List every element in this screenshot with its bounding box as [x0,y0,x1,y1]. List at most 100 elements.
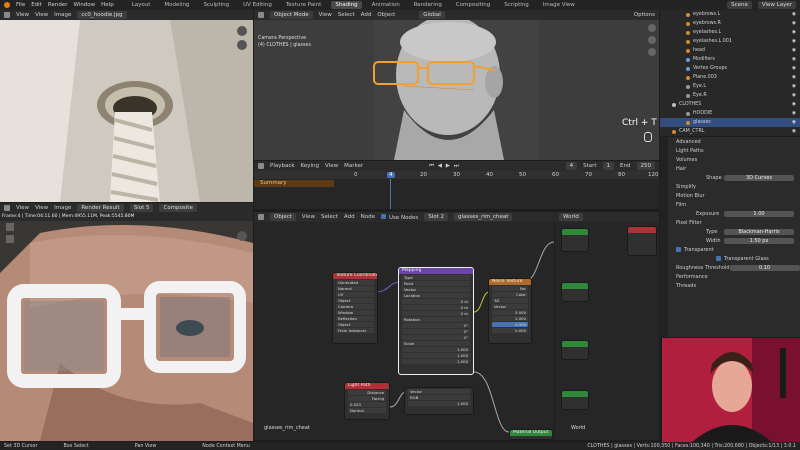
menu-playback[interactable]: Playback [270,163,295,169]
socket-reflection[interactable]: Reflection [336,316,374,321]
node-mapping[interactable]: Mapping Type Point Vector Location 0 m 0… [398,267,474,375]
menu-select[interactable]: Select [338,12,355,18]
outliner-item[interactable]: eyebrows.R ◉ [660,19,800,28]
current-frame-field[interactable]: 4 [565,162,578,170]
editor-type-icon[interactable] [4,205,10,211]
socket-uv[interactable]: UV [336,292,374,297]
visibility-eye-icon[interactable]: ◉ [792,57,796,62]
world-dropdown[interactable]: World [559,213,583,221]
roughness-field[interactable]: 0.10 [729,264,800,271]
visibility-eye-icon[interactable]: ◉ [792,93,796,98]
vector-socket[interactable]: Vector [402,287,470,292]
facing-socket[interactable]: Facing [348,396,386,401]
node-texture-coordinate[interactable]: Texture Coordinate Generated Normal UV O… [332,272,378,344]
world-node-1[interactable] [561,228,589,252]
transparent-checkbox[interactable] [676,247,681,252]
outliner-item[interactable]: Modifiers ◉ [660,55,800,64]
world-node-4[interactable] [561,340,589,360]
world-node-3[interactable] [561,282,589,302]
composite-selector[interactable]: Composite [159,204,197,212]
menu-marker[interactable]: Marker [344,163,363,169]
visibility-eye-icon[interactable]: ◉ [792,66,796,71]
visibility-eye-icon[interactable]: ◉ [792,84,796,89]
dimensions-dropdown[interactable]: 3D [492,298,528,303]
visibility-eye-icon[interactable]: ◉ [792,21,796,26]
section-performance[interactable]: Performance [670,272,800,281]
outliner-item[interactable]: HOODIE ◉ [660,109,800,118]
node-canvas-material[interactable]: Texture Coordinate Generated Normal UV O… [254,222,554,440]
node-material-output[interactable]: Material Output [509,429,553,440]
transparent-glass-row[interactable]: Transparent Glass [670,254,800,263]
menu-file[interactable]: File [16,2,25,8]
socket-window[interactable]: Window [336,310,374,315]
object-field[interactable]: Object [336,322,374,327]
filter-type-dropdown[interactable]: Blackman-Harris [724,228,794,235]
menu-view[interactable]: View [302,214,315,220]
properties-panel[interactable]: Advanced Light Paths Volumes Hair Shape 3… [660,137,800,337]
hand-pan-icon[interactable] [237,40,247,50]
world-node-canvas[interactable]: World [555,222,659,440]
world-node-2[interactable] [627,226,657,256]
tab-rendering[interactable]: Rendering [410,1,446,9]
editor-type-icon[interactable] [4,12,10,18]
pixel-filter-subpanel[interactable]: Pixel Filter [670,218,800,227]
section-threads[interactable]: Threads [670,281,800,290]
camera-view-icon[interactable] [648,48,656,56]
slot-dropdown[interactable]: Slot 2 [424,213,449,221]
hand-pan-icon[interactable] [237,231,247,241]
section-motion-blur[interactable]: Motion Blur [670,191,800,200]
properties-tabs[interactable] [660,137,668,337]
frame-ruler[interactable]: 0 4 20 30 40 50 60 70 80 120 [254,171,659,179]
tab-uv-editing[interactable]: UV Editing [239,1,276,9]
start-frame-field[interactable]: 1 [602,162,615,170]
zoom-icon[interactable] [648,24,656,32]
socket-object[interactable]: Object [336,298,374,303]
scale-field[interactable]: 5.000 [492,310,528,315]
visibility-eye-icon[interactable]: ◉ [792,39,796,44]
play-controls[interactable]: ⏮ ◀ ▶ ⏭ [429,163,460,170]
location-y[interactable]: 0 m [402,305,470,310]
node-noise-texture[interactable]: Noise Texture Fac Color 3D Vector 5.000 … [488,278,532,344]
outliner-item[interactable]: Plane.003 ◉ [660,73,800,82]
menu-add[interactable]: Add [361,12,372,18]
section-hair[interactable]: Hair [670,164,800,173]
blend-field[interactable]: 0.020 [348,402,386,407]
timeline-area[interactable]: 0 4 20 30 40 50 60 70 80 120 Summary [254,171,659,209]
tab-texture-paint[interactable]: Texture Paint [282,1,326,9]
mix-type-dropdown[interactable]: RGB [408,395,470,400]
tab-shading[interactable]: Shading [331,1,362,9]
outliner-item[interactable]: eyelashes.L ◉ [660,28,800,37]
location-z[interactable]: 0 m [402,311,470,316]
menu-help[interactable]: Help [101,2,114,8]
node-mix[interactable]: Vector RGB 1.000 [404,387,474,415]
outliner-item[interactable]: CLOTHES ◉ [660,100,800,109]
menu-render[interactable]: Render [48,2,68,8]
scale-y[interactable]: 1.000 [402,353,470,358]
mix-mode-dropdown[interactable]: Vector [408,389,470,394]
options-dropdown[interactable]: Options [634,12,655,18]
menu-image[interactable]: Image [54,12,71,18]
menu-view[interactable]: View [16,205,29,211]
transparent-row[interactable]: Transparent [670,245,800,254]
tab-compositing[interactable]: Compositing [452,1,494,9]
editor-type-icon[interactable] [258,12,264,18]
use-nodes-checkbox[interactable]: Use Nodes [380,213,418,221]
section-simplify[interactable]: Simplify [670,182,800,191]
visibility-eye-icon[interactable]: ◉ [792,30,796,35]
material-field[interactable]: glasses_rim_cheat [454,213,513,221]
outliner-item[interactable]: glasses ◉ [660,118,800,127]
node-light-path[interactable]: Light Path Distance Facing 0.020 Normal [344,382,390,420]
outliner[interactable]: eyebrows.L ◉ eyebrows.R ◉ eyelashes.L ◉ eyelas… [660,10,800,136]
menu-add[interactable]: Add [344,214,355,220]
menu-window[interactable]: Window [73,2,95,8]
tab-layout[interactable]: Layout [128,1,155,9]
menu-view[interactable]: View [16,12,29,18]
object-dropdown[interactable]: Object [270,213,296,221]
orientation-dropdown[interactable]: Global [419,11,445,19]
hand-pan-icon[interactable] [648,36,656,44]
world-node-5[interactable] [561,390,589,410]
rotation-x[interactable]: 0° [402,323,470,328]
socket-generated[interactable]: Generated [336,280,374,285]
view-layer-selector[interactable]: View Layer [757,1,796,9]
visibility-eye-icon[interactable]: ◉ [792,120,796,125]
